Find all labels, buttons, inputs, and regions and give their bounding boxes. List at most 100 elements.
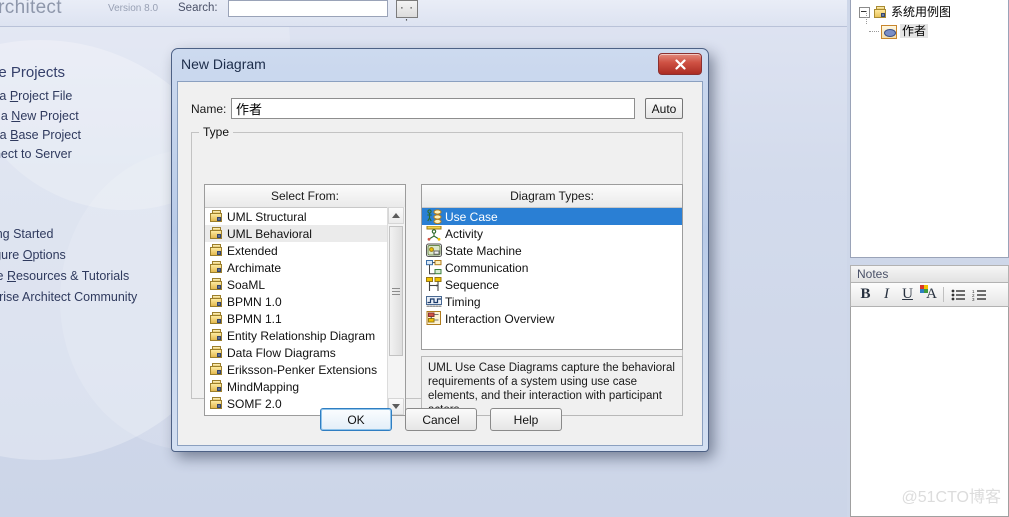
name-input[interactable] xyxy=(232,99,634,118)
package-icon xyxy=(209,380,224,393)
numbered-list-icon: 1 2 3 xyxy=(972,289,986,301)
select-from-item-label: BPMN 1.1 xyxy=(227,311,282,326)
search-browse-button[interactable]: · · · xyxy=(396,0,418,25)
diagram-type-item[interactable]: Activity xyxy=(422,225,682,242)
name-input-wrapper[interactable] xyxy=(231,98,635,119)
watermark: @51CTO博客 xyxy=(901,489,1001,506)
select-from-items[interactable]: UML Structural UML Behavioral Extended Arch… xyxy=(205,208,405,412)
use-case-icon xyxy=(426,209,442,224)
select-from-item[interactable]: MindMapping xyxy=(205,378,405,395)
svg-text:3: 3 xyxy=(972,297,975,301)
select-from-item[interactable]: Eriksson-Penker Extensions xyxy=(205,361,405,378)
grip-icon xyxy=(392,287,400,295)
help-button[interactable]: Help xyxy=(490,408,562,431)
ok-button[interactable]: OK xyxy=(320,408,392,431)
diagram-type-item[interactable]: Timing xyxy=(422,293,682,310)
notes-toolbar: B I U A 1 2 3 xyxy=(850,282,1009,307)
close-icon xyxy=(674,58,686,70)
search-input-wrapper[interactable] xyxy=(228,0,388,17)
package-icon xyxy=(209,295,224,308)
select-from-item-label: UML Structural xyxy=(227,209,307,224)
select-from-item[interactable]: BPMN 1.1 xyxy=(205,310,405,327)
name-label: Name: xyxy=(191,102,227,116)
chevron-up-icon xyxy=(392,213,400,218)
cancel-button[interactable]: Cancel xyxy=(405,408,477,431)
communication-icon xyxy=(426,260,442,275)
use-case-icon xyxy=(881,24,897,39)
select-from-listbox[interactable]: Select From: UML Structural UML Behaviora… xyxy=(204,184,406,416)
select-from-item-label: BPMN 1.0 xyxy=(227,294,282,309)
start-page-link[interactable]: en a Project File xyxy=(0,89,72,103)
diagram-type-item[interactable]: Interaction Overview xyxy=(422,310,682,327)
close-button[interactable] xyxy=(658,53,702,75)
right-dock: 系统用例图 作者 Notes B I U A 1 2 3 @51CTO博客 xyxy=(847,0,1009,517)
auto-button[interactable]: Auto xyxy=(645,98,683,119)
scrollbar-thumb[interactable] xyxy=(389,226,403,356)
start-page-link[interactable]: nfigure Options xyxy=(0,248,66,262)
select-from-item[interactable]: UML Structural xyxy=(205,208,405,225)
scroll-up-button[interactable] xyxy=(388,207,404,224)
package-icon xyxy=(209,329,224,342)
select-from-scrollbar[interactable] xyxy=(387,207,405,415)
toolbar-separator xyxy=(943,287,944,302)
diagram-types-items[interactable]: Use Case Activity State Machine Communicati… xyxy=(422,208,682,327)
diagram-type-label: Activity xyxy=(445,226,484,241)
diagram-type-item[interactable]: Use Case xyxy=(422,208,682,225)
project-browser-tree[interactable]: 系统用例图 作者 xyxy=(850,0,1009,258)
start-page-link[interactable]: tting Started xyxy=(0,227,53,241)
package-icon xyxy=(209,227,224,240)
tree-item-root-label: 系统用例图 xyxy=(891,5,952,19)
bullet-list-button[interactable] xyxy=(949,285,968,304)
bold-button[interactable]: B xyxy=(856,285,875,304)
select-from-item[interactable]: BPMN 1.0 xyxy=(205,293,405,310)
search-input[interactable] xyxy=(229,1,387,17)
dialog-body: Name: Auto Type Select From: UML Structu… xyxy=(177,81,703,446)
select-from-item[interactable]: UML Behavioral xyxy=(205,225,405,242)
diagram-type-item[interactable]: Sequence xyxy=(422,276,682,293)
package-icon xyxy=(209,278,224,291)
diagram-type-item[interactable]: Communication xyxy=(422,259,682,276)
start-page-link[interactable]: ate a New Project xyxy=(0,109,79,123)
state-machine-icon xyxy=(426,243,442,258)
select-from-item-label: Eriksson-Penker Extensions xyxy=(227,362,378,377)
notes-panel-title: Notes xyxy=(850,265,1009,282)
select-from-item-label: Data Flow Diagrams xyxy=(227,345,336,360)
notes-panel: Notes B I U A 1 2 3 xyxy=(850,265,1009,517)
package-icon xyxy=(209,363,224,376)
numbered-list-button[interactable]: 1 2 3 xyxy=(970,285,989,304)
select-from-item-label: UML Behavioral xyxy=(227,226,312,241)
search-label: Search: xyxy=(178,2,218,14)
select-from-item[interactable]: Entity Relationship Diagram xyxy=(205,327,405,344)
tree-item-root[interactable]: 系统用例图 xyxy=(859,3,951,20)
diagram-type-label: Communication xyxy=(445,260,529,275)
select-from-item-label: MindMapping xyxy=(227,379,300,394)
select-from-item[interactable]: Data Flow Diagrams xyxy=(205,344,405,361)
tree-item-child[interactable]: 作者 xyxy=(869,22,929,39)
new-diagram-dialog: New Diagram Name: Auto Type Select From:… xyxy=(171,48,709,452)
app-title: se Architect xyxy=(0,0,62,18)
description-box: UML Use Case Diagrams capture the behavi… xyxy=(421,356,683,416)
collapse-icon[interactable] xyxy=(859,7,870,19)
package-icon xyxy=(872,5,888,20)
package-icon xyxy=(209,261,224,274)
diagram-type-item[interactable]: State Machine xyxy=(422,242,682,259)
italic-button[interactable]: I xyxy=(877,285,896,304)
select-from-item[interactable]: SoaML xyxy=(205,276,405,293)
tree-connector-icon xyxy=(869,30,879,33)
start-page-link[interactable]: nnect to Server xyxy=(0,147,72,161)
start-page-link[interactable]: py a Base Project xyxy=(0,128,81,142)
select-from-item[interactable]: Archimate xyxy=(205,259,405,276)
diagram-type-label: Sequence xyxy=(445,277,500,292)
select-from-item[interactable]: Extended xyxy=(205,242,405,259)
font-color-button[interactable]: A xyxy=(919,285,938,304)
app-version: Version 8.0 xyxy=(108,3,159,14)
timing-icon xyxy=(426,294,442,309)
dialog-titlebar[interactable]: New Diagram xyxy=(172,49,708,81)
diagram-type-label: Timing xyxy=(445,294,481,309)
start-page-link[interactable]: erprise Architect Community xyxy=(0,290,137,304)
dialog-button-row: OK Cancel Help xyxy=(178,408,704,431)
start-page-link[interactable]: line Resources & Tutorials xyxy=(0,269,129,283)
diagram-types-listbox[interactable]: Diagram Types: Use Case Activity State Mac… xyxy=(421,184,683,350)
package-icon xyxy=(209,346,224,359)
underline-button[interactable]: U xyxy=(898,285,917,304)
